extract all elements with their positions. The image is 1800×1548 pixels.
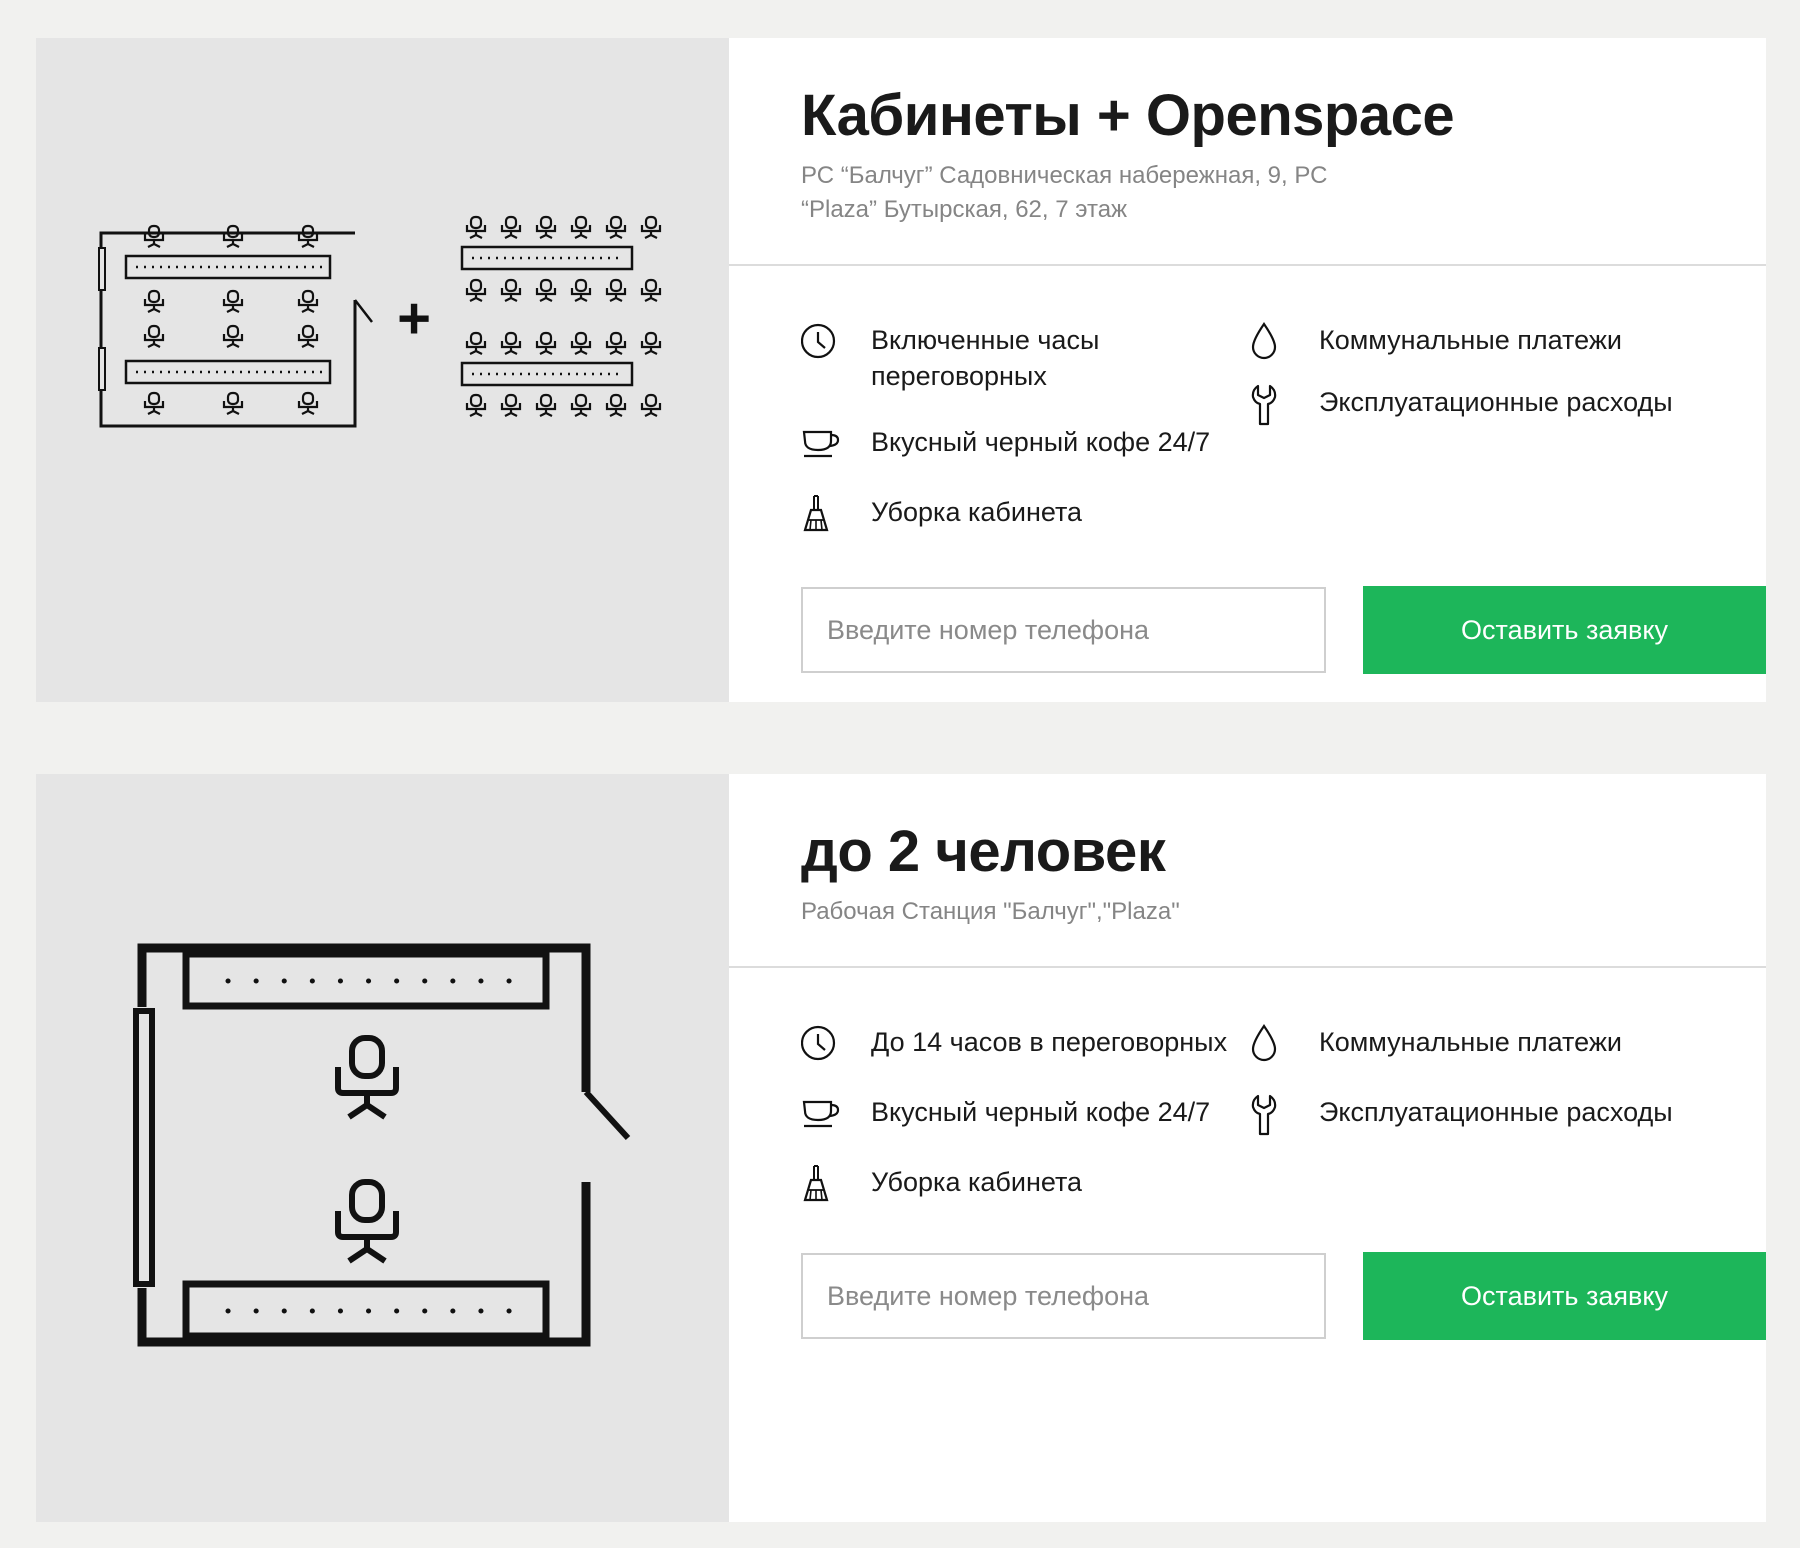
offer-card-offices-openspace: + Кабинеты + Openspace РС “Балчуг” Садов… — [36, 38, 1766, 702]
office-chairs-row-3 — [143, 324, 319, 349]
feature-label: Вкусный черный кофе 24/7 — [871, 427, 1211, 457]
feature-label: До 14 часов в переговорных — [871, 1027, 1228, 1057]
divider — [729, 966, 1766, 968]
office-openspace-floor-plan-illustration: + — [98, 215, 662, 428]
water-drop-icon — [1249, 322, 1289, 362]
submit-request-button[interactable]: Оставить заявку — [1363, 586, 1766, 674]
office-chair — [338, 1038, 396, 1117]
broom-icon — [801, 1164, 841, 1204]
office-chairs-row-4 — [143, 391, 319, 416]
offer-title: до 2 человек — [801, 819, 1166, 884]
feature-label: Коммунальные платежи — [1319, 1027, 1622, 1057]
office-chairs-row-2 — [143, 289, 319, 314]
floor-plan-panel: + — [36, 38, 729, 702]
clock-icon — [801, 322, 841, 362]
workstation-floor-plan-illustration — [133, 943, 631, 1347]
offer-card-workstation: до 2 человек Рабочая Станция "Балчуг","P… — [36, 774, 1766, 1522]
wrench-icon — [1249, 384, 1289, 426]
phone-input[interactable] — [801, 587, 1326, 673]
broom-icon — [801, 494, 841, 534]
offer-info: Кабинеты + Openspace РС “Балчуг” Садовни… — [729, 38, 1766, 702]
office-chair — [338, 1182, 396, 1261]
feature-label: Уборка кабинета — [871, 1167, 1083, 1197]
offer-address: Рабочая Станция "Балчуг","Plaza" — [801, 898, 1180, 925]
clock-icon — [801, 1024, 841, 1064]
divider — [729, 264, 1766, 266]
feature-label: Эксплуатационные расходы — [1319, 1097, 1673, 1127]
phone-input[interactable] — [801, 1253, 1326, 1339]
offer-info: до 2 человек Рабочая Станция "Балчуг","P… — [729, 774, 1766, 1522]
feature-label: Включенные часы переговорных — [871, 325, 1100, 391]
wrench-icon — [1249, 1094, 1289, 1136]
water-drop-icon — [1249, 1024, 1289, 1064]
coffee-cup-icon — [801, 424, 841, 464]
plus-sign: + — [397, 286, 431, 351]
feature-label: Эксплуатационные расходы — [1319, 387, 1673, 417]
feature-label: Уборка кабинета — [871, 497, 1083, 527]
offer-title: Кабинеты + Openspace — [801, 83, 1455, 148]
submit-request-button[interactable]: Оставить заявку — [1363, 1252, 1766, 1340]
feature-label: Вкусный черный кофе 24/7 — [871, 1097, 1211, 1127]
floor-plan-panel — [36, 774, 729, 1522]
office-chairs-row-1 — [143, 224, 319, 249]
offer-address: РС “Балчуг” Садовническая набережная, 9,… — [801, 162, 1328, 223]
feature-label: Коммунальные платежи — [1319, 325, 1622, 355]
coffee-cup-icon — [801, 1094, 841, 1134]
